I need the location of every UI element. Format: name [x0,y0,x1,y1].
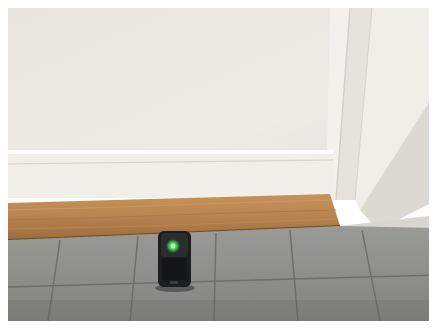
device [155,231,195,292]
photo [0,0,437,329]
baseboard [8,150,333,198]
